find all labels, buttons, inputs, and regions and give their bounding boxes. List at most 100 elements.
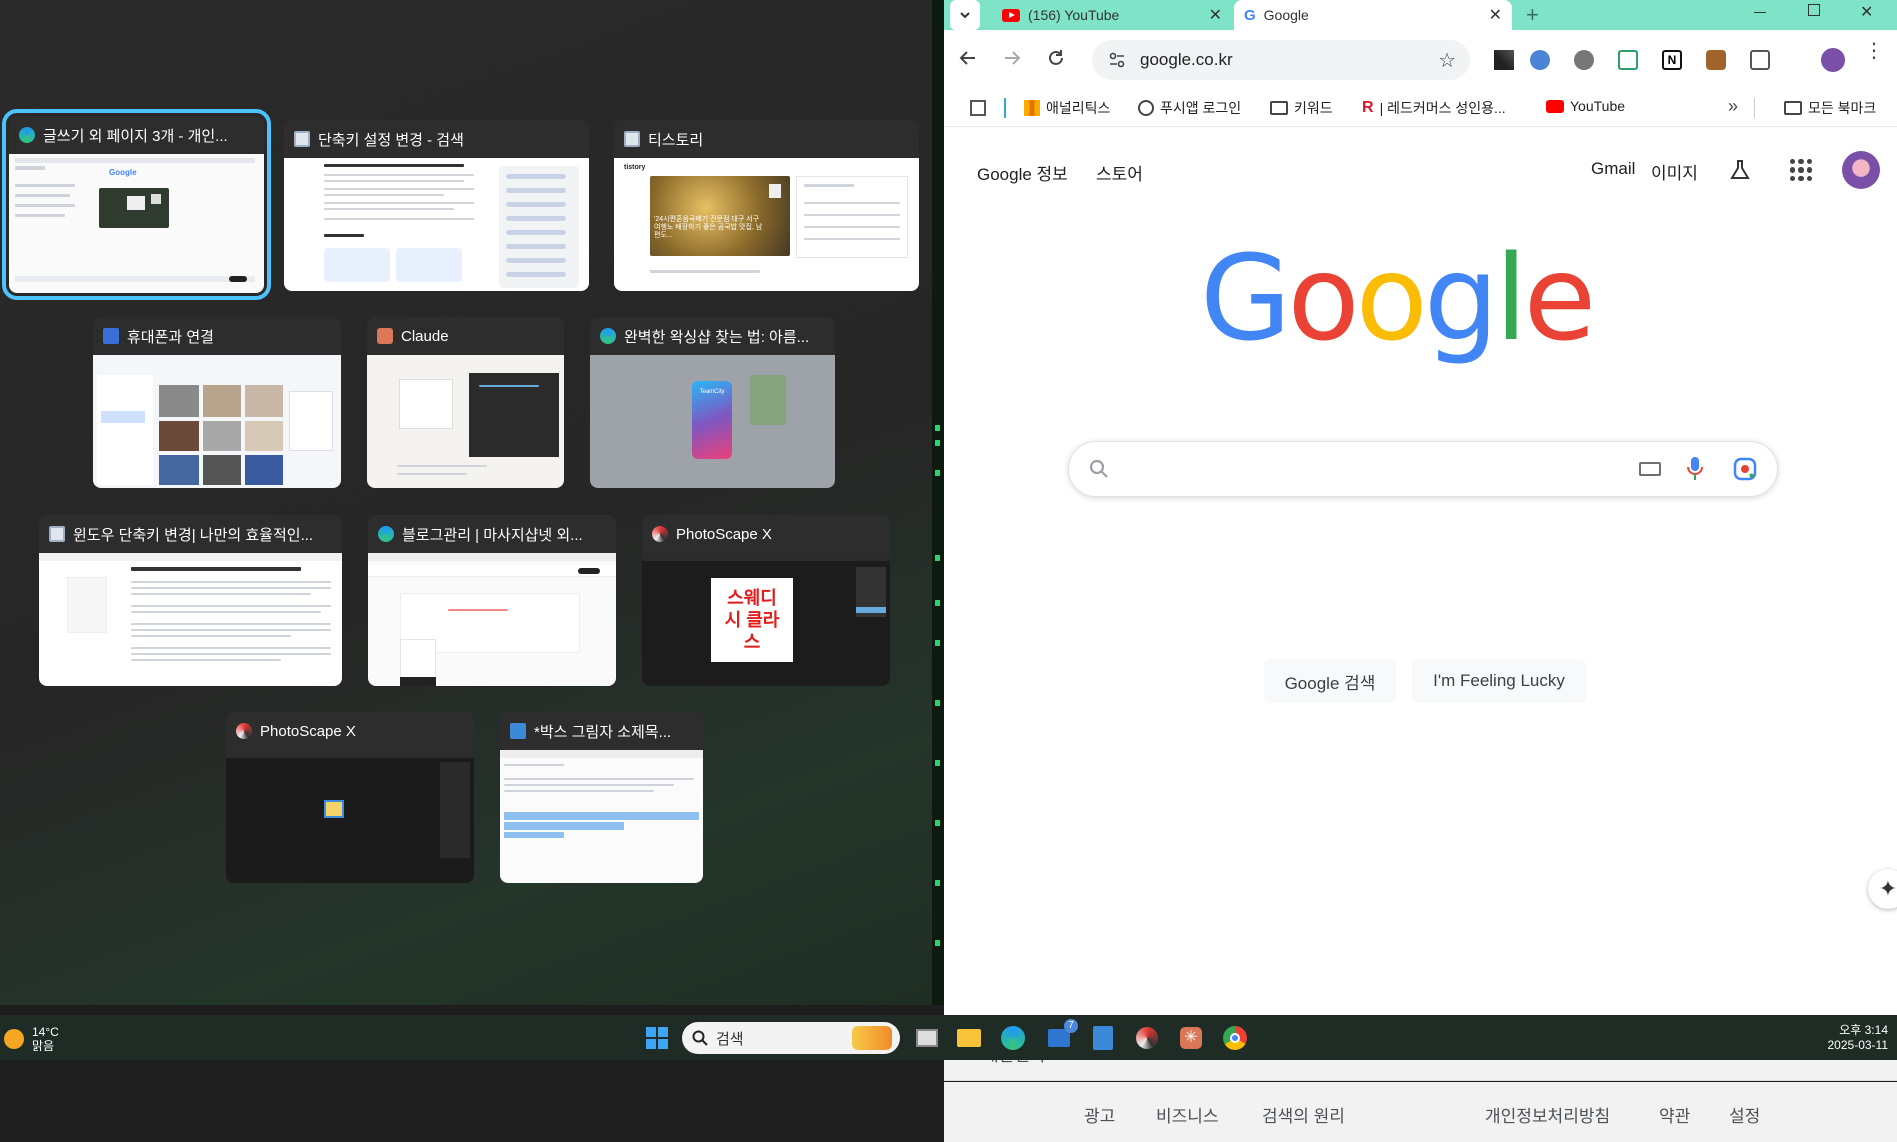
taskbar-search-box[interactable]: 검색 [682,1022,900,1054]
tab-youtube[interactable]: (156) YouTube ✕ [992,0,1232,30]
google-lens-icon[interactable] [1733,457,1757,481]
notepad-button[interactable] [1088,1023,1118,1053]
bookmark-star-icon[interactable]: ☆ [1438,48,1456,73]
edge-icon [1001,1026,1025,1050]
window-thumbnail-photoscape-1[interactable]: PhotoScape X 스웨디시 클라스 [642,515,890,686]
file-explorer-button[interactable] [954,1023,984,1053]
extension-dog-icon[interactable] [1706,50,1726,70]
back-button[interactable] [958,48,978,68]
keyboard-icon[interactable] [1639,462,1661,476]
edge-icon [378,526,394,542]
footer-business-link[interactable]: 비즈니스 [1156,1102,1219,1127]
store-link[interactable]: 스토어 [1096,160,1143,185]
profile-avatar[interactable] [1821,48,1845,72]
window-thumbnail-writing[interactable]: 글쓰기 외 페이지 3개 - 개인... Google [2,109,271,300]
footer-settings-link[interactable]: 설정 [1729,1102,1760,1127]
extension-capture-icon[interactable] [1618,50,1638,70]
window-thumbnail-phone-link[interactable]: 휴대폰과 연결 [93,317,341,488]
bookmark-youtube[interactable]: YouTube [1546,98,1625,114]
start-button[interactable] [642,1023,672,1053]
gmail-link[interactable]: Gmail [1591,159,1635,179]
tab-search-button[interactable] [950,0,980,30]
window-thumbnail-shortcut-blog[interactable]: 윈도우 단축키 변경| 나만의 효율적인... [39,515,342,686]
window-thumbnail-claude[interactable]: Claude [367,317,564,488]
close-icon[interactable]: ✕ [1209,5,1222,25]
redcommerce-icon: R [1362,99,1374,116]
chrome-button[interactable] [1220,1023,1250,1053]
photoscape-logo-text: 스웨디시 클라스 [724,588,780,652]
google-search-box[interactable] [1068,441,1778,497]
address-bar[interactable]: google.co.kr ☆ [1092,40,1470,80]
all-bookmarks-button[interactable]: 모든 북마크 [1784,98,1876,118]
system-clock[interactable]: 오후 3:14 2025-03-11 [1810,1023,1889,1053]
weather-widget[interactable]: 14°C 맑음 [4,1025,59,1053]
footer-terms-link[interactable]: 약관 [1659,1102,1690,1127]
mail-badge: 7 [1064,1019,1078,1033]
window-preview [93,355,341,488]
footer-privacy-link[interactable]: 개인정보처리방침 [1485,1102,1610,1127]
more-bookmarks-icon[interactable]: » [1728,96,1738,117]
window-title: 윈도우 단축키 변경| 나만의 효율적인... [73,526,314,544]
tab-google[interactable]: G Google ✕ [1234,0,1512,30]
claude-icon: ✳ [1180,1027,1202,1049]
minimize-button[interactable] [1754,12,1766,13]
edge-button[interactable] [998,1023,1028,1053]
labs-flask-icon[interactable] [1729,159,1751,181]
extension-globe-icon[interactable] [1530,50,1550,70]
window-thumbnail-notepad[interactable]: *박스 그림자 소제목... [500,712,703,883]
mail-button[interactable]: 7 [1044,1019,1078,1053]
close-icon[interactable]: ✕ [1489,5,1502,25]
snap-assist-panel: 글쓰기 외 페이지 3개 - 개인... Google 단축키 설정 변경 - … [0,0,932,1005]
bookmark-pushapp[interactable]: 푸시앱 로그인 [1138,98,1241,118]
explorer-window-icon [294,131,310,147]
clock-date: 2025-03-11 [1827,1038,1889,1052]
about-google-link[interactable]: Google 정보 [977,160,1068,185]
window-close-button[interactable]: ✕ [1860,2,1873,22]
bookmark-redcommerce[interactable]: R | 레드커머스 성인용... [1362,98,1506,118]
forward-button[interactable] [1002,48,1022,68]
new-tab-button[interactable]: + [1526,2,1539,28]
window-thumbnail-shortcut-search[interactable]: 단축키 설정 변경 - 검색 [284,120,589,291]
google-search-button[interactable]: Google 검색 [1264,659,1396,703]
notion-icon[interactable]: N [1662,50,1682,70]
extension-settings-icon[interactable] [1574,50,1594,70]
window-preview: TeamCity [590,355,835,488]
account-avatar[interactable] [1842,151,1880,189]
chrome-icon [1223,1026,1247,1050]
microphone-icon[interactable] [1687,456,1703,482]
window-thumbnail-blog-manage[interactable]: 블로그관리 | 마사지샵넷 외... [368,515,616,686]
apps-grid-icon[interactable] [970,100,986,116]
footer-how-search-works-link[interactable]: 검색의 원리 [1262,1102,1345,1127]
gemini-sparkle-icon[interactable]: ✦ [1868,869,1897,909]
claude-button[interactable]: ✳ [1176,1023,1206,1053]
bookmark-keyword[interactable]: 키워드 [1270,98,1333,118]
window-preview: Google [9,154,264,293]
chrome-window: (156) YouTube ✕ G Google ✕ + ✕ google.co… [944,0,1897,1142]
photoscape-button[interactable] [1132,1023,1162,1053]
window-thumbnail-photoscape-2[interactable]: PhotoScape X [226,712,474,883]
footer-ads-link[interactable]: 광고 [1084,1102,1115,1127]
bookmark-analytics[interactable]: 애널리틱스 [1024,98,1110,118]
search-icon [1089,459,1108,478]
footer-links-bar: 광고 비즈니스 검색의 원리 개인정보처리방침 약관 설정 [944,1082,1897,1142]
google-apps-icon[interactable] [1790,159,1812,181]
window-thumbnail-waxing[interactable]: 완벽한 왁싱샵 찾는 법: 아름... TeamCity [590,317,835,488]
window-preview [500,750,703,883]
extension-eyedropper-icon[interactable] [1494,50,1514,70]
task-view-button[interactable] [912,1023,942,1053]
maximize-button[interactable] [1808,4,1820,16]
youtube-icon [1546,99,1564,113]
window-thumbnail-tistory[interactable]: 티스토리 tistory '24시편혼음국베기 전문점 대구 서구 여행노 배장… [614,120,919,291]
feeling-lucky-button[interactable]: I'm Feeling Lucky [1412,659,1586,703]
window-title: PhotoScape X [676,525,772,543]
extensions-puzzle-icon[interactable] [1750,50,1770,70]
sun-icon [4,1029,24,1049]
window-title: 완벽한 왁싱샵 찾는 법: 아름... [624,328,810,346]
windows-logo-icon [646,1027,668,1049]
url-text: google.co.kr [1140,50,1233,69]
tab-strip: (156) YouTube ✕ G Google ✕ + ✕ [944,0,1897,30]
images-link[interactable]: 이미지 [1651,159,1698,184]
reload-button[interactable] [1046,48,1066,68]
arrow-left-icon [959,51,975,65]
menu-kebab-icon[interactable]: ⋮ [1864,41,1884,61]
